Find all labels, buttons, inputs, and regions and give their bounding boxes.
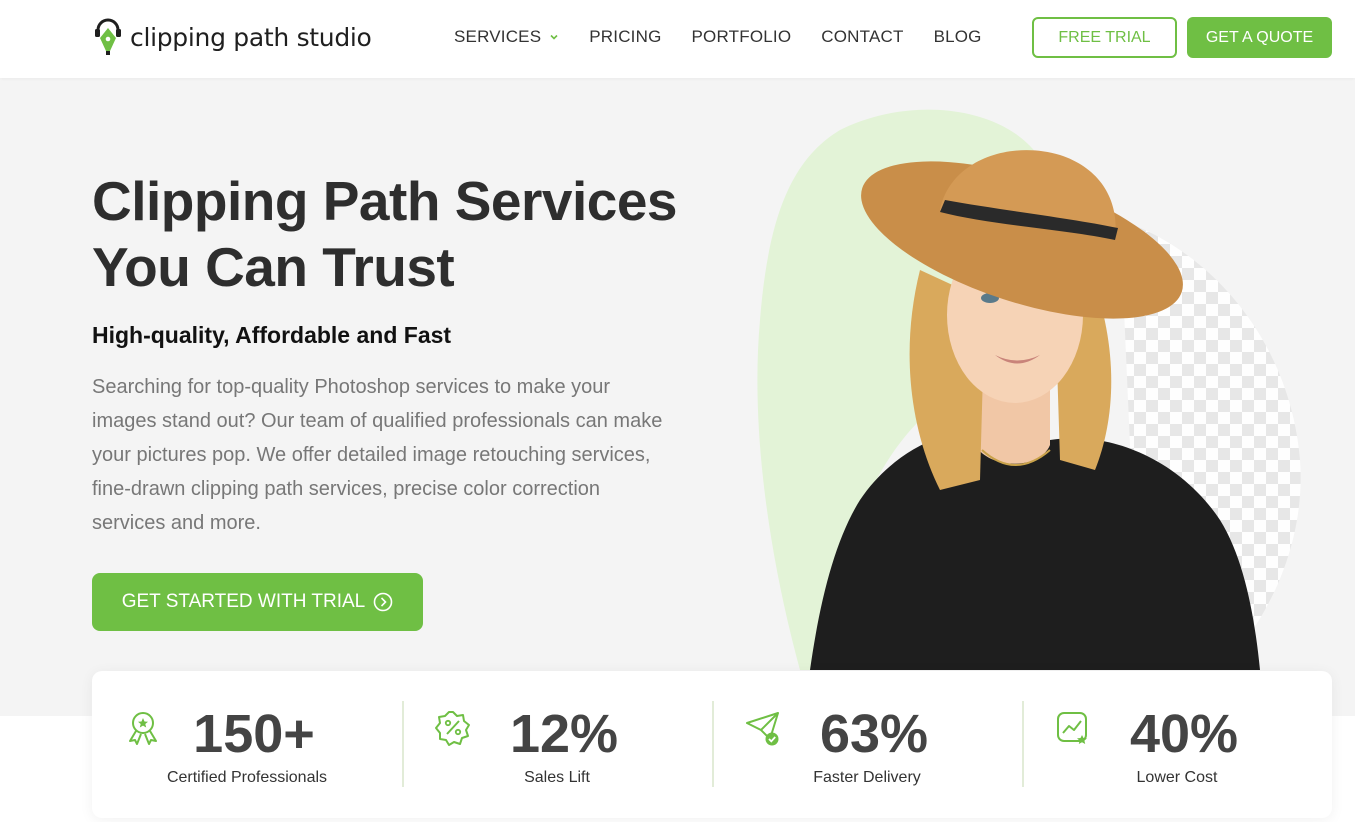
- hero-model-image: [757, 109, 1301, 670]
- stat-value: 40%: [1129, 704, 1239, 764]
- chevron-down-icon: [550, 34, 558, 40]
- stat-faster-delivery: 63% Faster Delivery: [712, 671, 1022, 818]
- stats-bar: 150+ Certified Professionals 12% Sales L…: [92, 671, 1332, 818]
- stat-value: 150+: [193, 704, 315, 764]
- logo-text: clipping path studio: [130, 22, 372, 52]
- hero-title: Clipping Path Services You Can Trust: [92, 170, 678, 298]
- nav-item-label: SERVICES: [454, 27, 542, 46]
- nav-item-portfolio[interactable]: PORTFOLIO: [692, 27, 792, 47]
- main-nav: SERVICES PRICING PORTFOLIO CONTACT BLOG: [454, 27, 982, 47]
- nav-item-label: CONTACT: [821, 27, 904, 46]
- hero-subtitle: High-quality, Affordable and Fast: [92, 322, 452, 348]
- get-quote-button[interactable]: GET A QUOTE: [1187, 17, 1332, 58]
- site-header: clipping path studio SERVICES PRICING PO…: [0, 0, 1355, 78]
- stat-value: 63%: [819, 704, 929, 764]
- stat-label: Lower Cost: [1136, 769, 1218, 786]
- pen-tool-logo-icon: [95, 18, 121, 55]
- stat-lower-cost: 40% Lower Cost: [1022, 671, 1332, 818]
- stat-label: Faster Delivery: [813, 769, 921, 786]
- stat-label: Sales Lift: [524, 769, 590, 786]
- logo[interactable]: clipping path studio: [92, 18, 372, 56]
- nav-item-label: PRICING: [589, 27, 662, 46]
- nav-item-blog[interactable]: BLOG: [934, 27, 982, 47]
- get-started-trial-button[interactable]: GET STARTED WITH TRIAL: [92, 573, 423, 631]
- nav-item-pricing[interactable]: PRICING: [589, 27, 661, 47]
- hero-description: Searching for top-quality Photoshop serv…: [92, 376, 663, 534]
- stat-certified-professionals: 150+ Certified Professionals: [92, 671, 402, 818]
- nav-item-label: BLOG: [933, 27, 982, 46]
- stat-label: Certified Professionals: [166, 769, 328, 786]
- cta-label: GET STARTED WITH TRIAL: [121, 591, 366, 612]
- stat-sales-lift: 12% Sales Lift: [402, 671, 712, 818]
- arrow-circle-right-icon: [373, 592, 393, 612]
- nav-item-label: PORTFOLIO: [691, 27, 792, 46]
- free-trial-button[interactable]: FREE TRIAL: [1032, 17, 1177, 58]
- nav-item-contact[interactable]: CONTACT: [821, 27, 903, 47]
- stat-value: 12%: [509, 704, 619, 764]
- nav-item-services[interactable]: SERVICES: [454, 27, 559, 47]
